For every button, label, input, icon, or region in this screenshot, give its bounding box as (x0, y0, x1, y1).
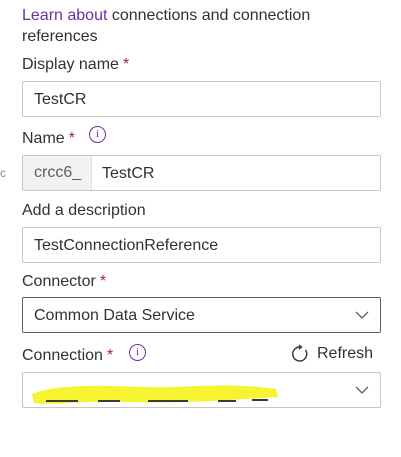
display-name-label-text: Display name (22, 56, 119, 73)
connection-reference-panel: c Learn about connections and connection… (0, 0, 401, 457)
connection-label-text: Connection (22, 347, 103, 364)
info-icon[interactable]: i (89, 126, 106, 143)
description-label: Add a description (22, 201, 146, 221)
connector-dropdown[interactable]: Common Data Service (22, 297, 381, 333)
description-value: TestConnectionReference (34, 237, 219, 254)
connection-label: Connection * (22, 346, 113, 366)
display-name-value: TestCR (34, 91, 87, 108)
learn-link[interactable]: Learn about (22, 7, 107, 24)
edge-mark: c (0, 166, 6, 180)
chevron-down-icon (355, 386, 369, 394)
connector-selected-value: Common Data Service (34, 307, 195, 324)
required-mark: * (106, 347, 114, 364)
connector-label-text: Connector (22, 273, 96, 290)
name-value: TestCR (102, 165, 155, 182)
description-label-text: Add a description (22, 202, 146, 219)
description-input[interactable]: TestConnectionReference (22, 227, 381, 263)
name-label: Name * (22, 129, 75, 149)
refresh-button[interactable]: Refresh (290, 344, 373, 364)
refresh-icon (292, 344, 308, 362)
display-name-input[interactable]: TestCR (22, 81, 381, 117)
connector-label: Connector * (22, 272, 106, 292)
display-name-label: Display name * (22, 55, 129, 75)
required-mark: * (99, 273, 107, 290)
panel-left-edge (0, 0, 8, 457)
name-label-text: Name (22, 130, 65, 147)
learn-text: Learn about connections and connection r… (22, 5, 372, 47)
chevron-down-icon (355, 311, 369, 319)
redaction-highlight (32, 385, 278, 404)
refresh-label: Refresh (317, 345, 374, 362)
required-mark: * (68, 130, 75, 147)
name-prefix: crcc6_ (23, 156, 92, 190)
required-mark: * (122, 56, 130, 73)
name-input[interactable]: crcc6_ TestCR (22, 155, 381, 191)
info-icon[interactable]: i (129, 344, 146, 361)
